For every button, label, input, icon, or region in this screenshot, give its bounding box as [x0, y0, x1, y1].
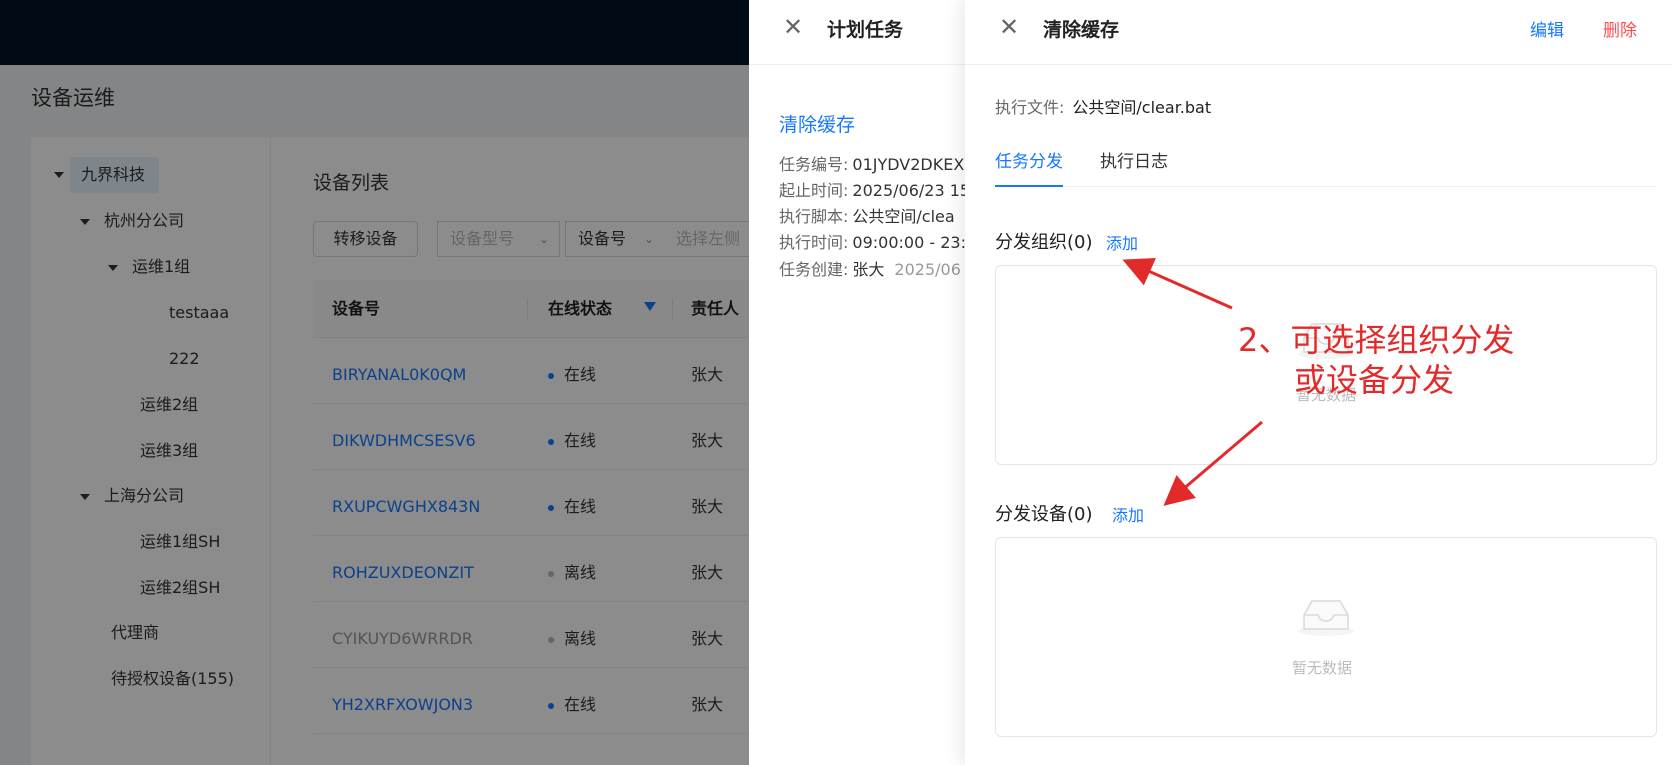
device-section-title: 分发设备(0): [995, 504, 1093, 525]
empty-inbox-icon: [1298, 600, 1354, 636]
org-section-title: 分发组织(0): [995, 232, 1093, 253]
info-label: 任务创建:: [779, 260, 849, 279]
drawer-title: 清除缓存: [1043, 19, 1120, 41]
annotation-line: 2、可选择组织分发: [1238, 321, 1515, 359]
exec-file-row: 执行文件: 公共空间/clear.bat: [995, 94, 1211, 118]
add-device-link[interactable]: 添加: [1112, 502, 1144, 526]
empty-text: 暂无数据: [1292, 659, 1353, 677]
annotation-text: 2、可选择组织分发 或设备分发: [1238, 320, 1514, 400]
task-info-row: 起止时间: 2025/06/23 15: [779, 177, 970, 201]
tab-exec-log[interactable]: 执行日志: [1100, 147, 1168, 172]
tab-active-indicator: [995, 185, 1063, 187]
info-value: 公共空间/clea: [852, 207, 955, 226]
device-empty-box: 暂无数据: [995, 537, 1657, 737]
info-label: 任务编号:: [779, 155, 849, 174]
tab-dispatch[interactable]: 任务分发: [995, 147, 1063, 172]
info-value: 09:00:00 - 23:5: [852, 233, 977, 252]
info-label: 执行脚本:: [779, 207, 849, 226]
delete-button[interactable]: 删除: [1603, 16, 1637, 41]
edit-button[interactable]: 编辑: [1530, 16, 1564, 41]
task-info-row: 执行时间: 09:00:00 - 23:5: [779, 229, 976, 253]
annotation-line: 或设备分发: [1294, 361, 1455, 399]
info-value: 01JYDV2DKEX: [852, 155, 965, 174]
info-label: 起止时间:: [779, 181, 849, 200]
exec-file-value: 公共空间/clear.bat: [1072, 98, 1212, 117]
close-icon[interactable]: ✕: [999, 15, 1019, 39]
task-info-row: 任务编号: 01JYDV2DKEX: [779, 151, 964, 175]
add-org-link[interactable]: 添加: [1106, 230, 1138, 254]
task-info-row: 任务创建: 张大 2025/06: [779, 256, 961, 280]
drawer-header: ✕ 清除缓存 编辑 删除: [965, 0, 1672, 65]
close-icon[interactable]: ✕: [783, 15, 803, 39]
info-value: 张大: [852, 260, 885, 279]
detail-tabs: 任务分发 执行日志: [995, 137, 1655, 187]
info-extra: 2025/06: [894, 260, 961, 279]
exec-file-label: 执行文件:: [995, 98, 1065, 117]
drawer-title: 计划任务: [827, 19, 904, 41]
task-name-link[interactable]: 清除缓存: [779, 110, 855, 137]
info-label: 执行时间:: [779, 233, 849, 252]
task-info-row: 执行脚本: 公共空间/clea: [779, 203, 955, 227]
info-value: 2025/06/23 15: [852, 181, 971, 200]
